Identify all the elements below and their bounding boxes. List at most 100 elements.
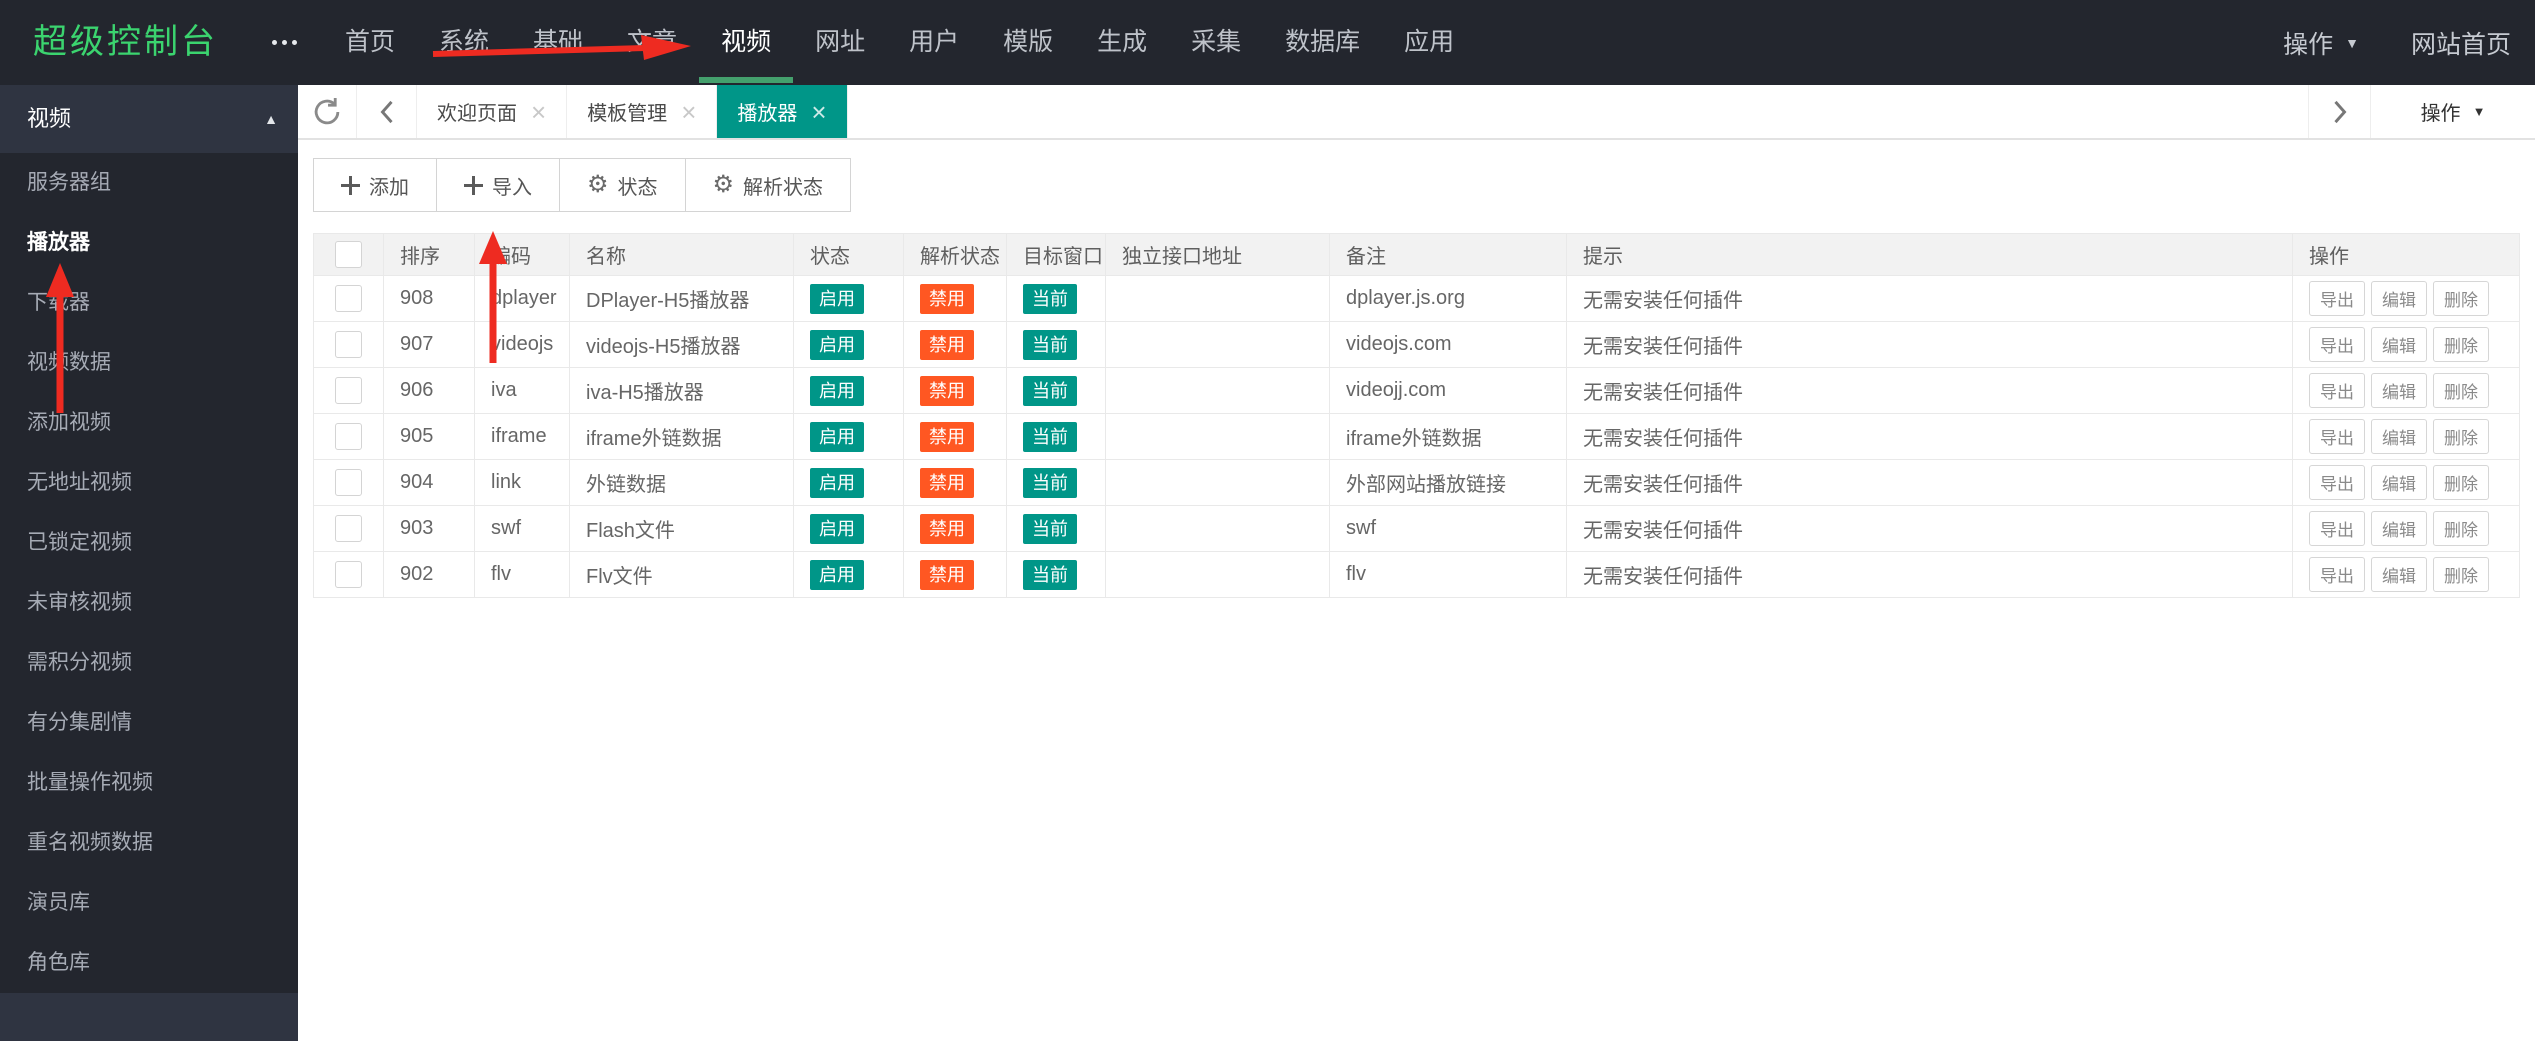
- sidebar-item-13[interactable]: 演员库: [0, 873, 298, 933]
- parse-status-badge[interactable]: 禁用: [920, 375, 974, 406]
- nav-item-7[interactable]: 用户: [887, 0, 981, 85]
- sidebar-item-11[interactable]: 批量操作视频: [0, 753, 298, 813]
- row-checkbox[interactable]: [335, 331, 362, 358]
- plus-icon: [341, 175, 360, 195]
- collapse-up-icon[interactable]: ▲: [264, 85, 278, 153]
- delete-button[interactable]: 删除: [2433, 465, 2489, 500]
- sidebar-item-10[interactable]: 有分集剧情: [0, 693, 298, 753]
- nav-item-8[interactable]: 模版: [981, 0, 1075, 85]
- edit-button[interactable]: 编辑: [2371, 557, 2427, 592]
- close-icon[interactable]: ×: [681, 99, 696, 125]
- select-all-checkbox[interactable]: [335, 241, 362, 268]
- parse-status-badge[interactable]: 禁用: [920, 329, 974, 360]
- delete-button[interactable]: 删除: [2433, 511, 2489, 546]
- site-home-link[interactable]: 网站首页: [2411, 25, 2511, 61]
- toolbar-button-2[interactable]: 导入: [436, 158, 560, 212]
- edit-button[interactable]: 编辑: [2371, 327, 2427, 362]
- sidebar-item-5[interactable]: 添加视频: [0, 393, 298, 453]
- tip-cell: 无需安装任何插件: [1566, 321, 2293, 368]
- delete-button[interactable]: 删除: [2433, 327, 2489, 362]
- status-badge[interactable]: 启用: [810, 559, 864, 590]
- sidebar-item-3[interactable]: 下载器: [0, 273, 298, 333]
- row-checkbox[interactable]: [335, 561, 362, 588]
- nav-item-12[interactable]: 应用: [1382, 0, 1476, 85]
- parse-status-badge[interactable]: 禁用: [920, 559, 974, 590]
- edit-button[interactable]: 编辑: [2371, 511, 2427, 546]
- target-window-badge[interactable]: 当前: [1023, 559, 1077, 590]
- close-icon[interactable]: ×: [531, 99, 546, 125]
- toolbar-button-1[interactable]: 添加: [313, 158, 437, 212]
- tab-2[interactable]: 模板管理 ×: [567, 85, 718, 138]
- target-window-badge[interactable]: 当前: [1023, 375, 1077, 406]
- status-badge[interactable]: 启用: [810, 283, 864, 314]
- tab-1[interactable]: 欢迎页面 ×: [417, 85, 568, 138]
- nav-item-4[interactable]: 文章: [605, 0, 699, 85]
- toolbar-button-4[interactable]: ⚙ 解析状态: [684, 158, 852, 212]
- tabs-scroll-left-button[interactable]: [357, 85, 417, 138]
- export-button[interactable]: 导出: [2309, 373, 2365, 408]
- target-window-badge[interactable]: 当前: [1023, 283, 1077, 314]
- sidebar-item-6[interactable]: 无地址视频: [0, 453, 298, 513]
- row-checkbox[interactable]: [335, 423, 362, 450]
- nav-item-6[interactable]: 网址: [793, 0, 887, 85]
- nav-ops-dropdown[interactable]: 操作 ▼: [2283, 25, 2359, 61]
- status-badge[interactable]: 启用: [810, 421, 864, 452]
- nav-item-2[interactable]: 系统: [417, 0, 511, 85]
- export-button[interactable]: 导出: [2309, 281, 2365, 316]
- sidebar-item-7[interactable]: 已锁定视频: [0, 513, 298, 573]
- sidebar-item-4[interactable]: 视频数据: [0, 333, 298, 393]
- name-cell: Flv文件: [569, 551, 794, 598]
- more-dots-icon[interactable]: [272, 40, 297, 45]
- target-window-badge[interactable]: 当前: [1023, 329, 1077, 360]
- sidebar-item-12[interactable]: 重名视频数据: [0, 813, 298, 873]
- export-button[interactable]: 导出: [2309, 511, 2365, 546]
- nav-item-10[interactable]: 采集: [1169, 0, 1263, 85]
- delete-button[interactable]: 删除: [2433, 281, 2489, 316]
- nav-item-11[interactable]: 数据库: [1263, 0, 1382, 85]
- order-cell: 903: [383, 505, 475, 552]
- row-checkbox[interactable]: [335, 285, 362, 312]
- row-checkbox[interactable]: [335, 377, 362, 404]
- edit-button[interactable]: 编辑: [2371, 419, 2427, 454]
- export-button[interactable]: 导出: [2309, 465, 2365, 500]
- delete-button[interactable]: 删除: [2433, 373, 2489, 408]
- status-badge[interactable]: 启用: [810, 513, 864, 544]
- nav-item-9[interactable]: 生成: [1075, 0, 1169, 85]
- nav-item-3[interactable]: 基础: [511, 0, 605, 85]
- delete-button[interactable]: 删除: [2433, 419, 2489, 454]
- nav-item-1[interactable]: 首页: [323, 0, 417, 85]
- status-badge[interactable]: 启用: [810, 375, 864, 406]
- row-checkbox[interactable]: [335, 469, 362, 496]
- export-button[interactable]: 导出: [2309, 327, 2365, 362]
- parse-status-badge[interactable]: 禁用: [920, 467, 974, 498]
- tab-ops-dropdown[interactable]: 操作 ▼: [2370, 85, 2535, 138]
- status-badge[interactable]: 启用: [810, 329, 864, 360]
- sidebar-item-14[interactable]: 角色库: [0, 933, 298, 993]
- row-checkbox[interactable]: [335, 515, 362, 542]
- sidebar-item-2[interactable]: 播放器: [0, 213, 298, 273]
- export-button[interactable]: 导出: [2309, 419, 2365, 454]
- edit-button[interactable]: 编辑: [2371, 281, 2427, 316]
- target-window-badge[interactable]: 当前: [1023, 467, 1077, 498]
- edit-button[interactable]: 编辑: [2371, 373, 2427, 408]
- edit-button[interactable]: 编辑: [2371, 465, 2427, 500]
- target-window-badge[interactable]: 当前: [1023, 513, 1077, 544]
- sidebar-item-1[interactable]: 服务器组: [0, 153, 298, 213]
- sidebar-header[interactable]: 视频 ▲: [0, 85, 298, 153]
- toolbar-button-3[interactable]: ⚙ 状态: [559, 158, 686, 212]
- close-icon[interactable]: ×: [811, 99, 826, 125]
- sidebar-item-8[interactable]: 未审核视频: [0, 573, 298, 633]
- status-badge[interactable]: 启用: [810, 467, 864, 498]
- parse-status-badge[interactable]: 禁用: [920, 283, 974, 314]
- export-button[interactable]: 导出: [2309, 557, 2365, 592]
- sidebar-item-9[interactable]: 需积分视频: [0, 633, 298, 693]
- tabs-scroll-right-button[interactable]: [2308, 85, 2370, 138]
- tip-cell: 无需安装任何插件: [1566, 367, 2293, 414]
- target-window-badge[interactable]: 当前: [1023, 421, 1077, 452]
- nav-item-5[interactable]: 视频: [699, 0, 794, 85]
- refresh-button[interactable]: [298, 85, 357, 138]
- parse-status-badge[interactable]: 禁用: [920, 513, 974, 544]
- tab-3[interactable]: 播放器 ×: [717, 85, 848, 138]
- parse-status-badge[interactable]: 禁用: [920, 421, 974, 452]
- delete-button[interactable]: 删除: [2433, 557, 2489, 592]
